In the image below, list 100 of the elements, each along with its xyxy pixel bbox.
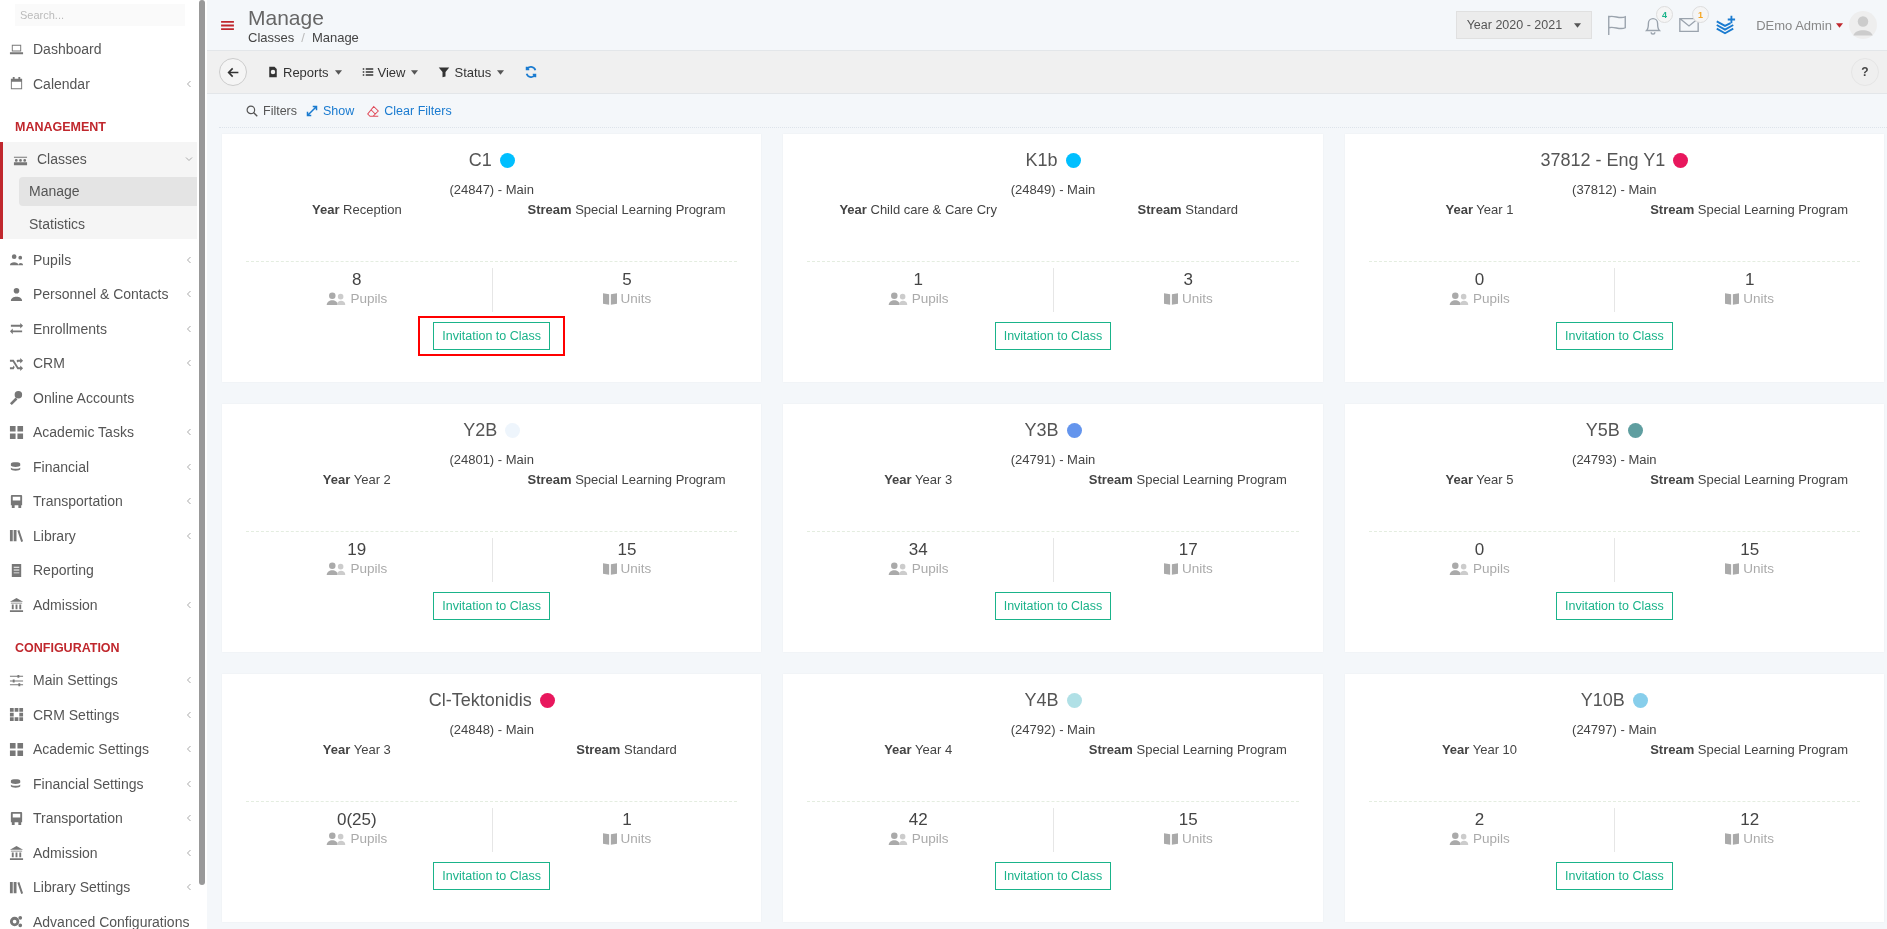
sidebar-item[interactable]: Academic Settings (0, 732, 197, 767)
stat-label: Pupils (911, 831, 949, 846)
class-name[interactable]: Y2B (463, 419, 498, 441)
flag-icon[interactable] (1606, 14, 1629, 36)
avatar-icon[interactable] (1849, 11, 1877, 39)
sliders-icon (8, 672, 25, 688)
stream-text: Stream Special Learning Program (1087, 742, 1288, 757)
sidebar-item[interactable]: Personnel & Contacts (0, 277, 197, 312)
submenu-item[interactable]: Manage (19, 176, 197, 206)
message-count: 1 (1692, 6, 1710, 23)
sidebar-item[interactable]: Library (0, 518, 197, 553)
caret-icon (411, 69, 419, 75)
filters-label: Filters (263, 103, 298, 118)
sidebar-item[interactable]: Transportation (0, 801, 197, 836)
help-button[interactable]: ? (1851, 58, 1879, 86)
document-icon (267, 66, 279, 78)
toolbar-dropdown[interactable]: View (361, 64, 419, 80)
search-field[interactable]: Search... (15, 4, 185, 26)
sidebar-item[interactable]: CRM (0, 346, 197, 381)
clear-filters-link[interactable]: Clear Filters (384, 103, 452, 118)
book-icon (1725, 292, 1740, 305)
sidebar-item[interactable]: Transportation (0, 484, 197, 519)
back-button[interactable] (219, 58, 247, 86)
class-name[interactable]: Y5B (1585, 419, 1620, 441)
sidebar-item[interactable]: Reporting (0, 553, 197, 588)
bus-icon (8, 493, 25, 509)
sidebar-item[interactable]: Pupils (0, 242, 197, 277)
breadcrumb-separator: / (301, 29, 305, 45)
menu-icon[interactable] (221, 19, 234, 31)
users-icon (1449, 292, 1470, 305)
stat-label: Units (620, 561, 652, 576)
sidebar-item[interactable]: Financial (0, 449, 197, 484)
stat-label: Units (1181, 831, 1213, 846)
pupil-count: 0(25) (337, 810, 377, 830)
breadcrumb-link[interactable]: Manage (311, 29, 359, 45)
stat-label: Units (1743, 291, 1775, 306)
unit-count: 1 (1744, 270, 1755, 290)
stream-text: Stream Standard (1136, 202, 1240, 217)
sidebar-item[interactable]: Library Settings (0, 870, 197, 905)
class-code: (24847) - Main (448, 182, 535, 197)
class-code: (24797) - Main (1571, 722, 1658, 737)
pupil-count: 42 (908, 810, 928, 830)
sidebar-item[interactable]: Academic Tasks (0, 415, 197, 450)
class-name[interactable]: K1b (1025, 149, 1058, 171)
sidebar-item[interactable]: Admission (0, 835, 197, 870)
stat-label: Units (1743, 831, 1775, 846)
stream-text: Stream Special Learning Program (526, 202, 727, 217)
class-code: (24792) - Main (1009, 722, 1097, 737)
users-icon (887, 562, 908, 575)
pupil-count: 0 (1474, 270, 1485, 290)
year-text: Year Year 10 (1440, 742, 1519, 757)
stream-text: Stream Special Learning Program (1087, 472, 1288, 487)
book-icon (1163, 832, 1178, 845)
pupil-count: 8 (352, 270, 362, 290)
class-name[interactable]: Y4B (1024, 689, 1059, 711)
toolbar-dropdown[interactable]: Status (438, 64, 505, 80)
stat-label: Pupils (1473, 291, 1510, 306)
unit-count: 1 (622, 810, 632, 830)
users-icon (1449, 832, 1470, 845)
class-name[interactable]: Y3B (1024, 419, 1059, 441)
stat-label: Pupils (1473, 831, 1510, 846)
section-heading: CONFIGURATION (14, 640, 121, 657)
class-code: (24793) - Main (1571, 452, 1658, 467)
sidebar-item[interactable]: Calendar (0, 66, 197, 101)
year-dropdown[interactable]: Year 2020 - 2021 (1455, 11, 1593, 39)
toolbar-dropdown[interactable]: Reports (267, 64, 342, 80)
sidebar-item[interactable]: Financial Settings (0, 766, 197, 801)
layers-plus-icon[interactable] (1714, 14, 1737, 36)
gears-icon (8, 914, 25, 929)
sidebar-item[interactable]: Dashboard (0, 32, 197, 67)
sidebar-item[interactable]: Main Settings (0, 663, 197, 698)
stat-label: Pupils (350, 291, 388, 306)
filter-icon (438, 66, 451, 78)
stream-text: Stream Standard (575, 742, 678, 757)
sidebar-item[interactable]: CRM Settings (0, 697, 197, 732)
class-name[interactable]: Y10B (1580, 689, 1625, 711)
book-icon (602, 562, 617, 575)
sidebar-item[interactable]: Advanced Configurations (0, 904, 197, 929)
stat-label: Pupils (911, 561, 949, 576)
class-name[interactable]: C1 (468, 149, 492, 171)
refresh-icon[interactable] (524, 65, 539, 79)
users-icon (887, 832, 908, 845)
sidebar-item[interactable]: Enrollments (0, 311, 197, 346)
sidebar-item[interactable]: Admission (0, 587, 197, 622)
sidebar-item[interactable]: Online Accounts (0, 380, 197, 415)
calendar-icon (8, 76, 25, 92)
book-icon (1163, 292, 1178, 305)
stat-label: Units (620, 291, 652, 306)
scrollbar[interactable] (199, 0, 205, 885)
submenu-item[interactable]: Statistics (19, 209, 197, 239)
sidebar-item[interactable]: Classes (3, 142, 197, 177)
caret-icon (1574, 22, 1582, 28)
breadcrumb-link[interactable]: Classes (248, 29, 295, 45)
class-name[interactable]: Cl-Tektonidis (428, 689, 532, 711)
person-icon (8, 286, 25, 302)
class-code: (37812) - Main (1571, 182, 1658, 197)
users-icon (326, 832, 347, 845)
show-filters-link[interactable]: Show (323, 103, 355, 118)
class-name[interactable]: 37812 - Eng Y1 (1540, 149, 1666, 171)
arrow-left-icon (226, 65, 240, 79)
